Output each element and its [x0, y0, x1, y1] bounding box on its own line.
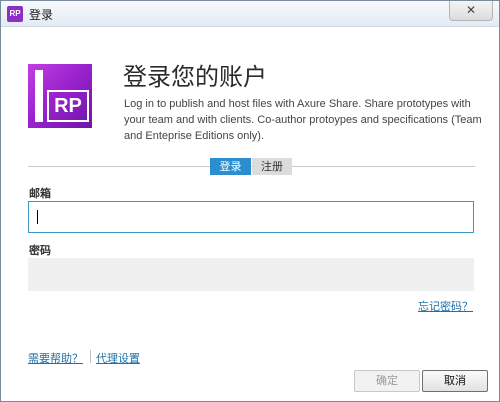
tab-login[interactable]: 登录	[210, 158, 251, 175]
title-bar: RP 登录 ✕	[1, 1, 499, 27]
description-text: Log in to publish and host files with Ax…	[124, 98, 482, 142]
proxy-settings-link[interactable]: 代理设置	[96, 350, 140, 366]
logo-text: RP	[47, 90, 89, 122]
text-caret	[37, 210, 38, 224]
email-label: 邮箱	[29, 187, 51, 200]
link-separator	[90, 350, 91, 363]
forgot-password-link[interactable]: 忘记密码？	[418, 298, 473, 314]
help-link[interactable]: 需要帮助？	[28, 350, 83, 366]
password-label: 密码	[29, 244, 51, 257]
ok-button[interactable]: 确定	[354, 370, 420, 392]
email-field[interactable]	[28, 201, 474, 233]
axure-app-icon: RP	[7, 6, 23, 22]
logo-bar	[35, 70, 43, 122]
close-button[interactable]: ✕	[449, 1, 493, 21]
page-title: 登录您的账户	[123, 63, 267, 91]
cancel-button[interactable]: 取消	[422, 370, 488, 392]
password-field[interactable]	[28, 258, 474, 291]
axure-rp-logo: RP	[28, 64, 92, 128]
tab-register[interactable]: 注册	[252, 158, 292, 175]
window-title: 登录	[29, 8, 54, 22]
login-dialog: RP 登录 ✕ RP 登录您的账户 Log in to publish and …	[0, 0, 500, 402]
